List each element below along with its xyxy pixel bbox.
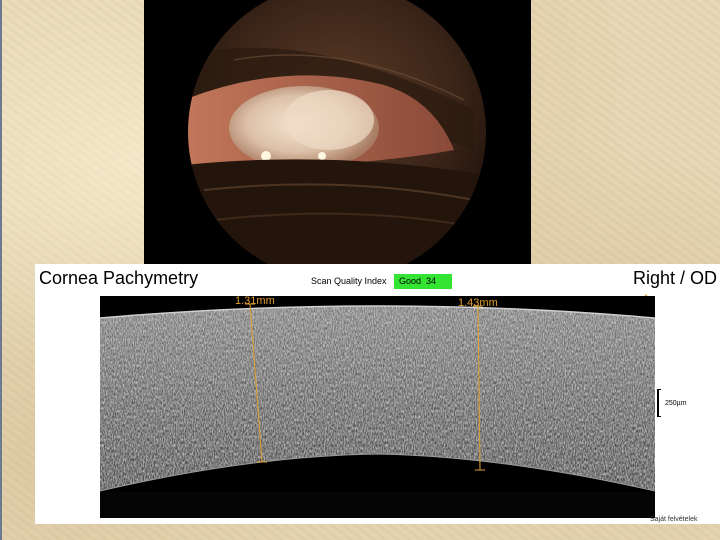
right-measurement-label: 1.43mm [458,297,498,309]
scale-bar [657,389,661,417]
oct-scan-image [100,296,655,518]
oct-report-panel: Cornea Pachymetry Scan Quality Index Goo… [35,264,720,524]
slide-border [0,0,2,540]
scale-label: 250µm [665,400,687,407]
scan-quality-badge: Good 34 [394,274,452,289]
eye-side-label: Right / OD [632,268,717,288]
report-title: Cornea Pachymetry [39,268,199,288]
right-measurement-text: 1.43mm [458,297,498,309]
cornea-scan [100,296,655,518]
scan-quality-value: Good [399,276,422,286]
eye-photograph [144,0,531,264]
photo-credit: Saját felvételek [650,516,698,523]
left-measurement-label: 1.31mm [235,295,275,307]
scan-quality-label: Scan Quality Index [311,276,387,286]
left-measurement-text: 1.31mm [235,295,275,307]
scan-quality-score: 34 [426,276,437,286]
eye-photo-panel [144,0,531,264]
